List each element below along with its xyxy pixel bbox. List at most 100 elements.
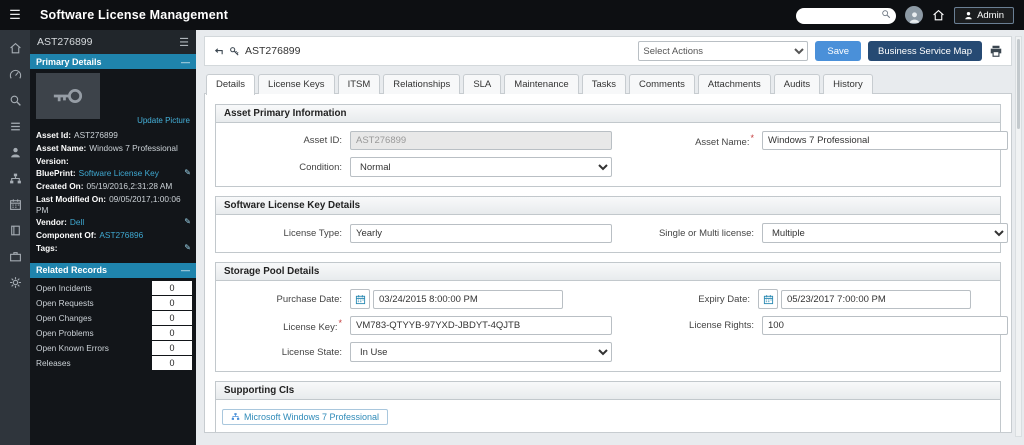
print-button[interactable] (989, 44, 1003, 58)
update-picture-link[interactable]: Update Picture (137, 116, 190, 125)
scrollbar-thumb[interactable] (1017, 39, 1020, 129)
asset-name-input[interactable] (762, 131, 1008, 150)
blueprint-link[interactable]: Software License Key (79, 168, 159, 178)
tab-comments[interactable]: Comments (629, 74, 695, 94)
edit-pencil-icon[interactable]: ✎ (184, 217, 191, 227)
collapse-icon[interactable]: — (181, 57, 190, 67)
license-key-input[interactable] (350, 316, 612, 335)
field-label: Asset Id: (36, 130, 71, 140)
related-label: Open Known Errors (36, 341, 152, 355)
field-license-key: License Key:* (222, 316, 612, 335)
save-button[interactable]: Save (815, 41, 861, 61)
supporting-ci-chip[interactable]: Microsoft Windows 7 Professional (222, 409, 388, 425)
component-of-link[interactable]: AST276896 (99, 230, 143, 240)
related-count: 0 (152, 296, 192, 310)
license-type-input[interactable] (350, 224, 612, 243)
settings-gear-icon[interactable] (9, 276, 22, 289)
sidebar-asset-id: AST276899 (37, 36, 92, 48)
section-title: Asset Primary Information (216, 105, 1000, 123)
edit-pencil-icon[interactable]: ✎ (184, 243, 191, 253)
primary-details-header: Primary Details — (30, 54, 196, 69)
briefcase-icon[interactable] (9, 250, 22, 263)
field-single-or-multi: Single or Multi license: Multiple (612, 223, 1008, 243)
sitemap-icon[interactable] (9, 172, 22, 185)
field-label: BluePrint: (36, 168, 76, 178)
sidebar-menu-icon[interactable]: ☰ (179, 36, 189, 49)
tab-details[interactable]: Details (206, 74, 255, 95)
vendor-link[interactable]: Dell (70, 217, 84, 227)
search-icon[interactable] (9, 94, 22, 107)
left-icon-rail (0, 30, 30, 445)
tab-audits[interactable]: Audits (774, 74, 820, 94)
field-label: Version: (36, 156, 69, 166)
field-value: Windows 7 Professional (89, 143, 178, 153)
field-label: Asset Name: (36, 143, 86, 153)
admin-label: Admin (977, 10, 1004, 21)
admin-person-icon (964, 11, 973, 20)
related-row-open-incidents[interactable]: Open Incidents 0 (36, 281, 192, 295)
book-icon[interactable] (9, 224, 22, 237)
related-row-open-requests[interactable]: Open Requests 0 (36, 296, 192, 310)
tab-itsm[interactable]: ITSM (338, 74, 381, 94)
field-vendor: Vendor:Dell ✎ (30, 216, 196, 229)
business-service-map-button[interactable]: Business Service Map (868, 41, 982, 61)
field-asset-name: Asset Name:Windows 7 Professional (30, 142, 196, 155)
asset-id-text: AST276899 (245, 45, 300, 57)
tab-history[interactable]: History (823, 74, 873, 94)
select-actions-dropdown[interactable]: Select Actions (638, 41, 808, 61)
main-content: AST276899 Select Actions Save Business S… (196, 30, 1024, 445)
admin-button[interactable]: Admin (954, 7, 1014, 24)
vertical-scrollbar[interactable] (1015, 36, 1022, 437)
primary-details-title: Primary Details (36, 57, 102, 67)
edit-pencil-icon[interactable]: ✎ (184, 168, 191, 178)
tab-relationships[interactable]: Relationships (383, 74, 460, 94)
calendar-icon[interactable] (9, 198, 22, 211)
section-title: Supporting CIs (216, 382, 1000, 400)
calendar-icon (355, 294, 366, 305)
back-arrow-icon[interactable] (213, 46, 224, 57)
top-bar: ☰ Software License Management Admin (0, 0, 1024, 30)
related-label: Open Changes (36, 311, 152, 325)
single-or-multi-select[interactable]: Multiple (762, 223, 1008, 243)
related-count: 0 (152, 281, 192, 295)
field-label: Tags: (36, 243, 58, 253)
user-icon[interactable] (9, 146, 22, 159)
expiry-date-label: Expiry Date: (698, 294, 750, 305)
tab-license-keys[interactable]: License Keys (258, 74, 335, 94)
purchase-date-input[interactable] (373, 290, 563, 309)
home-icon[interactable] (9, 42, 22, 55)
license-rights-input[interactable] (762, 316, 1008, 335)
related-row-open-changes[interactable]: Open Changes 0 (36, 311, 192, 325)
section-software-license-key-details: Software License Key Details License Typ… (215, 196, 1001, 253)
section-body: Asset ID: Asset Name:* Condition: Nor (216, 123, 1000, 186)
dashboard-icon[interactable] (9, 68, 22, 81)
field-blueprint: BluePrint:Software License Key ✎ (30, 167, 196, 180)
field-asset-name: Asset Name:* (612, 131, 1008, 150)
related-row-releases[interactable]: Releases 0 (36, 356, 192, 370)
list-icon[interactable] (9, 120, 22, 133)
purchase-date-calendar-button[interactable] (350, 289, 370, 309)
required-asterisk: * (338, 318, 342, 328)
menu-hamburger-icon[interactable]: ☰ (0, 7, 30, 23)
home-icon (932, 9, 945, 22)
purchase-date-label: Purchase Date: (277, 294, 342, 305)
related-records-header: Related Records — (30, 263, 196, 278)
section-body: Purchase Date: Expiry Date: (216, 281, 1000, 371)
license-state-select[interactable]: In Use (350, 342, 612, 362)
related-row-open-problems[interactable]: Open Problems 0 (36, 326, 192, 340)
user-avatar[interactable] (905, 6, 923, 24)
tab-sla[interactable]: SLA (463, 74, 501, 94)
collapse-icon[interactable]: — (181, 265, 190, 275)
condition-select[interactable]: Normal (350, 157, 612, 177)
field-version: Version: (30, 155, 196, 168)
tab-attachments[interactable]: Attachments (698, 74, 771, 94)
tab-maintenance[interactable]: Maintenance (504, 74, 578, 94)
condition-label: Condition: (299, 162, 342, 173)
expiry-date-input[interactable] (781, 290, 971, 309)
home-button[interactable] (932, 9, 945, 22)
details-panel: Asset Primary Information Asset ID: Asse… (204, 93, 1012, 433)
tab-tasks[interactable]: Tasks (582, 74, 626, 94)
field-asset-id: Asset Id:AST276899 (30, 129, 196, 142)
related-row-open-known-errors[interactable]: Open Known Errors 0 (36, 341, 192, 355)
expiry-date-calendar-button[interactable] (758, 289, 778, 309)
